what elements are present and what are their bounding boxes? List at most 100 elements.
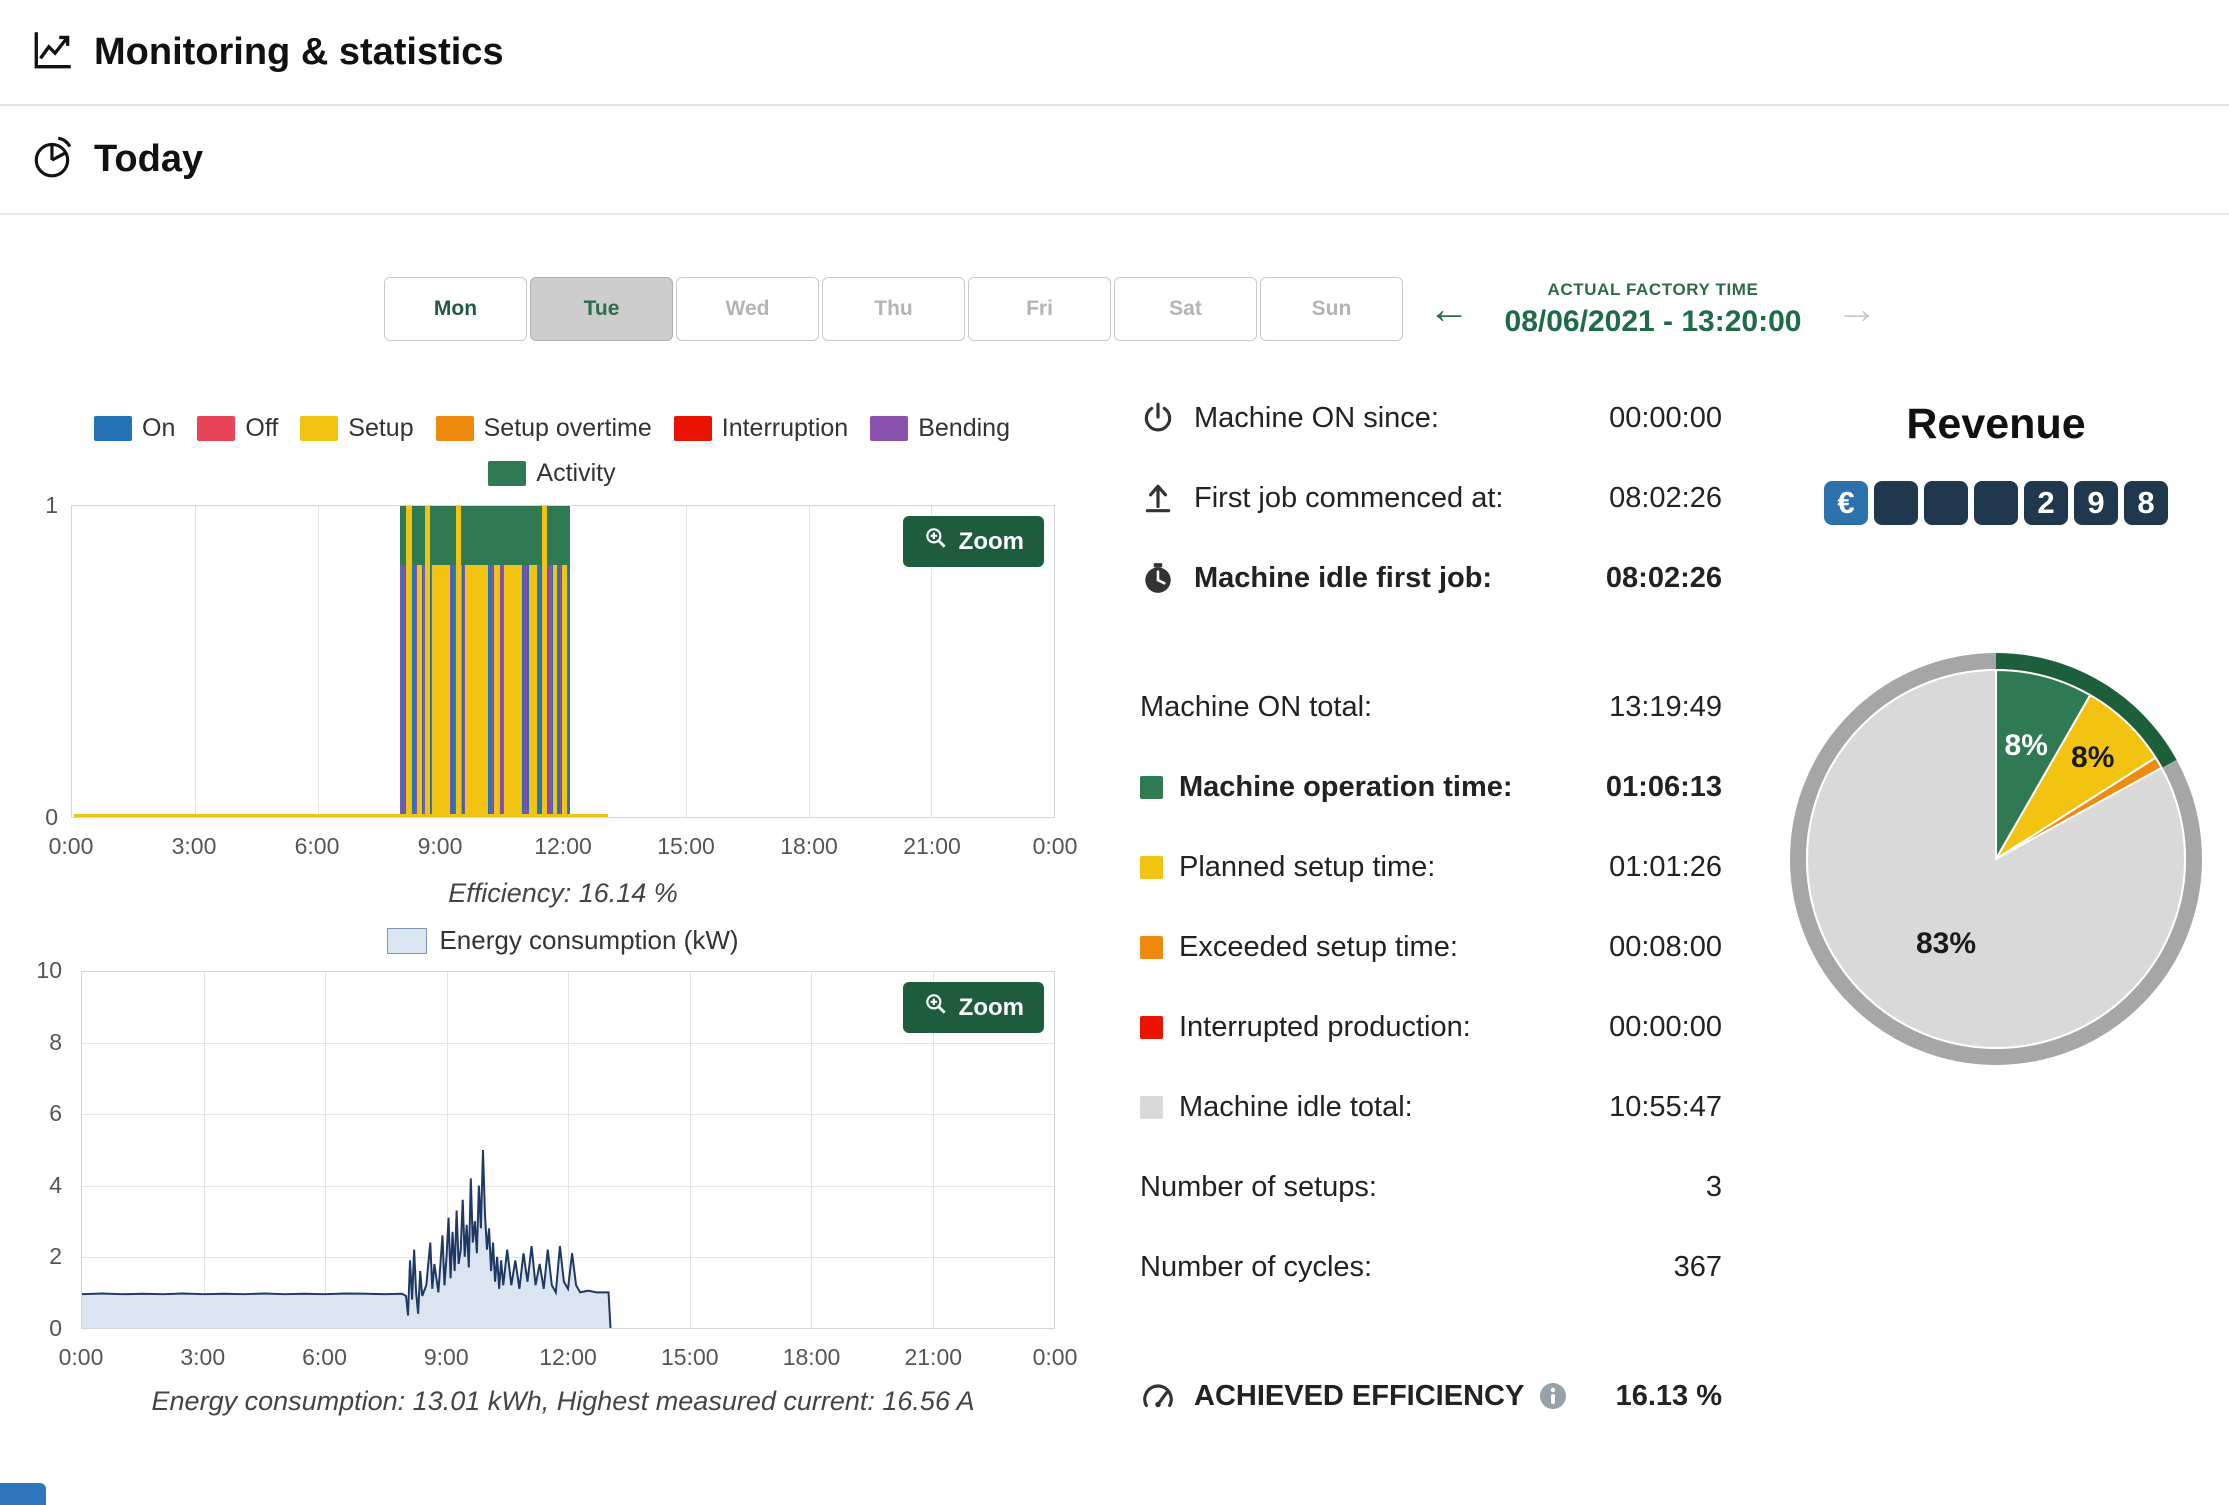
tab-mon[interactable]: Mon xyxy=(384,277,527,341)
tab-wed[interactable]: Wed xyxy=(676,277,819,341)
factory-time-label: ACTUAL FACTORY TIME xyxy=(1547,279,1759,299)
energy-caption: Energy consumption: 13.01 kWh, Highest m… xyxy=(151,1386,975,1416)
status-segment-on xyxy=(568,506,570,817)
y-tick: 2 xyxy=(49,1243,62,1270)
stat-row: Machine ON total: 13:19:49 xyxy=(1140,667,1722,747)
status-segment-setup xyxy=(503,506,523,817)
revenue-digit-box: 2 xyxy=(2024,481,2068,525)
status-segment-setup xyxy=(465,506,488,817)
stat-label: First job commenced at: xyxy=(1194,481,1504,514)
legend-item-on: On xyxy=(94,414,175,443)
bending-swatch xyxy=(870,416,909,441)
x-tick: 15:00 xyxy=(660,1344,719,1370)
stat-row: Machine idle first job: 08:02:26 xyxy=(1140,538,1722,618)
zoom-button-activity[interactable]: Zoom xyxy=(902,516,1044,567)
stat-value: 00:08:00 xyxy=(1609,930,1722,963)
prev-day-arrow[interactable]: ← xyxy=(1428,288,1470,330)
info-icon[interactable] xyxy=(1538,1381,1568,1411)
stat-label: Number of setups: xyxy=(1140,1170,1377,1203)
energy-legend-label: Energy consumption (kW) xyxy=(439,925,739,955)
stat-value: 01:01:26 xyxy=(1609,850,1722,883)
stat-label: ACHIEVED EFFICIENCY xyxy=(1194,1379,1525,1412)
efficiency-caption: Efficiency: 16.14 % xyxy=(448,878,678,908)
overtime-swatch xyxy=(1140,935,1163,959)
zoom-button-energy[interactable]: Zoom xyxy=(902,982,1044,1033)
tab-sun[interactable]: Sun xyxy=(1260,277,1403,341)
energy-x-axis: 0:00 3:00 6:00 9:00 12:00 15:00 18:00 21:00 0:00 xyxy=(59,1344,1078,1376)
on-swatch xyxy=(94,416,133,441)
legend-label: Activity xyxy=(536,459,616,487)
stat-row: Number of cycles: 367 xyxy=(1140,1227,1722,1307)
interruption-swatch xyxy=(1140,1015,1163,1039)
pie-slice-label: 8% xyxy=(2071,740,2115,774)
zoom-in-icon xyxy=(923,525,949,558)
baseline-segment xyxy=(74,814,608,817)
stat-row: Interrupted production: 00:00:00 xyxy=(1140,987,1722,1067)
energy-chart: Zoom xyxy=(81,971,1055,1329)
revenue-digit-box: 9 xyxy=(2074,481,2118,525)
x-tick: 0:00 xyxy=(1032,1344,1078,1370)
legend-label: Off xyxy=(245,414,279,442)
legend-item-activity: Activity xyxy=(488,459,616,488)
revenue-digit-box xyxy=(1974,481,2018,525)
factory-time: ← ACTUAL FACTORY TIME 08/06/2021 - 13:20… xyxy=(1428,277,1878,341)
power-icon xyxy=(1140,400,1194,436)
pie-slice-label: 8% xyxy=(2004,728,2048,762)
tab-sat[interactable]: Sat xyxy=(1114,277,1257,341)
tab-fri[interactable]: Fri xyxy=(968,277,1111,341)
tab-tue[interactable]: Tue xyxy=(530,277,673,341)
stat-value: 08:02:26 xyxy=(1605,561,1722,594)
gauge-icon xyxy=(1140,1378,1194,1414)
stat-row: Machine idle total: 10:55:47 xyxy=(1140,1067,1722,1147)
stat-value: 08:02:26 xyxy=(1609,481,1722,514)
x-tick: 21:00 xyxy=(904,1344,963,1370)
legend-item-bending: Bending xyxy=(870,414,1010,443)
stat-label: Machine ON total: xyxy=(1140,690,1373,723)
y-tick: 1 xyxy=(45,492,58,518)
off-swatch xyxy=(197,416,236,441)
activity-chart: Zoom xyxy=(71,505,1055,818)
revenue-digit-box xyxy=(1924,481,1968,525)
stat-row: Machine operation time: 01:06:13 xyxy=(1140,747,1722,827)
energy-swatch xyxy=(387,927,428,954)
legend-item-setup: Setup xyxy=(300,414,414,443)
stat-value: 3 xyxy=(1705,1170,1722,1203)
x-tick: 18:00 xyxy=(782,1344,841,1370)
x-tick: 15:00 xyxy=(657,833,715,859)
interruption-swatch xyxy=(673,416,712,441)
stat-label: Exceeded setup time: xyxy=(1179,930,1458,963)
y-tick: 0 xyxy=(45,804,58,830)
x-tick: 6:00 xyxy=(302,1344,347,1370)
x-tick: 18:00 xyxy=(780,833,838,859)
x-tick: 6:00 xyxy=(294,833,340,859)
day-selector: Mon Tue Wed Thu Fri Sat Sun xyxy=(384,277,1403,341)
activity-swatch xyxy=(1140,775,1163,799)
factory-time-text: ACTUAL FACTORY TIME 08/06/2021 - 13:20:0… xyxy=(1486,280,1820,339)
monitoring-dashboard: Monitoring & statistics Today Mon Tue Wed T… xyxy=(0,0,2229,1505)
stats-panel-top: Machine ON since: 00:00:00 First job comme… xyxy=(1140,378,1722,618)
status-segment-setup xyxy=(432,506,451,817)
currency-box: € xyxy=(1824,481,1868,525)
stat-value: 367 xyxy=(1673,1250,1722,1283)
factory-time-value: 08/06/2021 - 13:20:00 xyxy=(1504,304,1802,338)
y-tick: 10 xyxy=(36,957,62,983)
stat-row: Machine ON since: 00:00:00 xyxy=(1140,378,1722,458)
y-tick: 6 xyxy=(49,1100,62,1127)
setup-swatch xyxy=(300,416,339,441)
x-tick: 9:00 xyxy=(417,833,463,859)
legend-label: Interruption xyxy=(721,414,849,442)
status-segment-setup xyxy=(528,506,537,817)
stat-row: Planned setup time: 01:01:26 xyxy=(1140,827,1722,907)
stat-value: 10:55:47 xyxy=(1609,1090,1722,1123)
y-tick: 0 xyxy=(49,1315,62,1341)
tab-thu[interactable]: Thu xyxy=(822,277,965,341)
x-tick: 0:00 xyxy=(48,833,94,859)
status-legend-row2: Activity xyxy=(47,459,1057,488)
legend-item-overtime: Setup overtime xyxy=(435,414,652,443)
next-day-arrow[interactable]: → xyxy=(1836,288,1878,330)
revenue-counter: €2 9 8 xyxy=(1786,481,2206,525)
legend-label: On xyxy=(142,414,176,442)
stat-value: 16.13 % xyxy=(1615,1379,1722,1412)
section-header: Today xyxy=(0,106,2229,215)
energy-y-axis: 0 2 4 6 8 10 xyxy=(16,957,68,1341)
